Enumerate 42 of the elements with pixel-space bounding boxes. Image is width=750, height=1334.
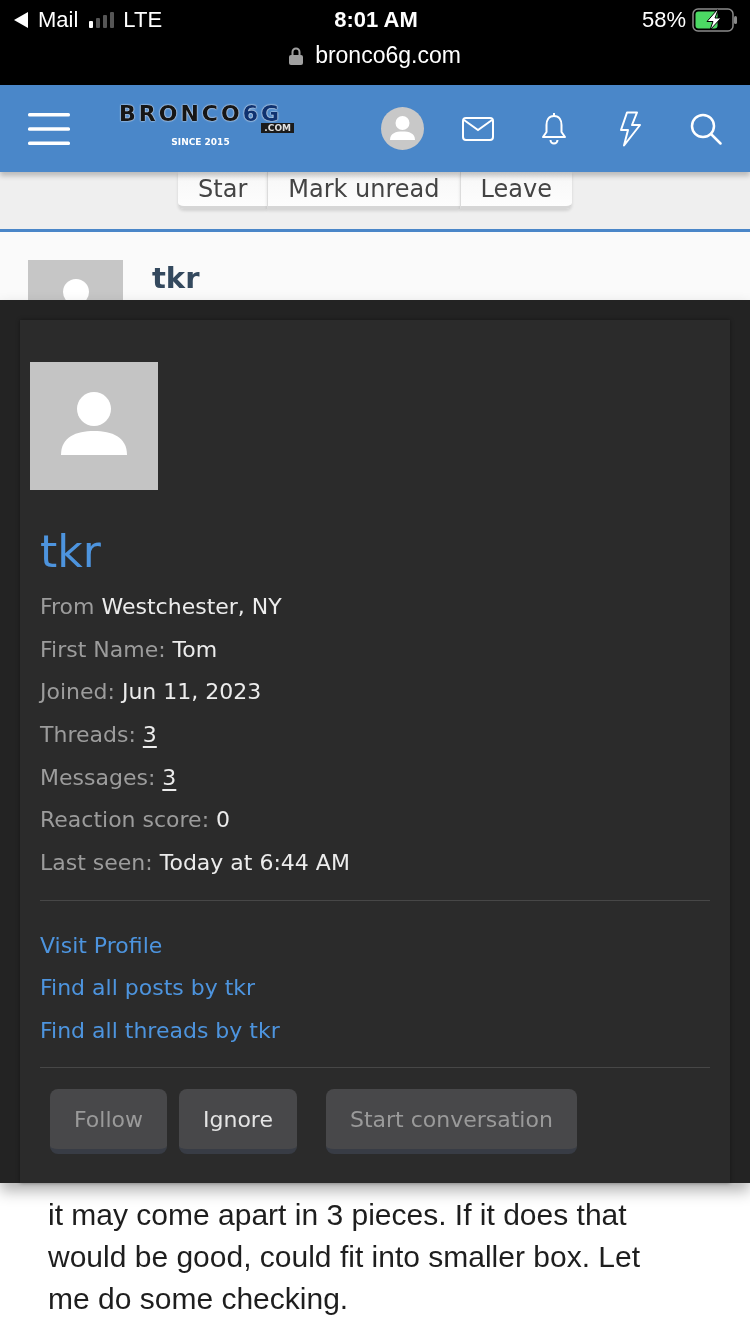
- profile-link[interactable]: Visit Profile: [40, 932, 163, 958]
- search-icon[interactable]: [690, 112, 722, 145]
- back-icon[interactable]: [14, 12, 28, 28]
- detail-value: Jun 11, 2023: [121, 679, 262, 705]
- mail-icon[interactable]: [462, 116, 494, 141]
- logo-domain: .COM: [261, 122, 294, 133]
- detail-label: Joined:: [40, 679, 115, 705]
- battery-icon: [692, 8, 738, 32]
- back-app-label[interactable]: Mail: [38, 7, 79, 33]
- post-text: it may come apart in 3 pieces. If it does that would be good, could fit into smaller box. Let me do some checking.: [48, 1197, 642, 1317]
- action-button[interactable]: Mark unread: [267, 172, 460, 209]
- detail-value: 0: [216, 807, 231, 833]
- detail-label: Last seen:: [40, 849, 153, 875]
- detail-value: Today at 6:44 AM: [159, 849, 350, 875]
- action-button[interactable]: Star: [178, 172, 268, 209]
- member-name[interactable]: tkr: [40, 524, 101, 580]
- user-avatar-icon[interactable]: [380, 107, 424, 150]
- action-button[interactable]: Leave: [459, 172, 572, 209]
- detail-label: Reaction score:: [40, 807, 210, 833]
- bell-icon[interactable]: [540, 111, 568, 146]
- detail-label: Messages:: [40, 764, 156, 790]
- detail-label: First Name:: [40, 636, 166, 662]
- detail-value: Westchester, NY: [101, 593, 282, 619]
- member-name[interactable]: tkr: [152, 261, 200, 295]
- detail-link[interactable]: 3: [162, 764, 177, 790]
- battery-percent: 58%: [641, 7, 686, 33]
- logo-tagline: SINCE 2015: [171, 136, 230, 148]
- profile-link[interactable]: Find all posts by tkr: [40, 975, 256, 1001]
- avatar-icon: [30, 362, 158, 490]
- detail-label: Threads:: [40, 721, 136, 747]
- lightning-icon[interactable]: [617, 110, 643, 147]
- detail-label: From: [40, 593, 95, 619]
- detail-value: Tom: [172, 636, 218, 662]
- detail-link[interactable]: 3: [142, 721, 157, 747]
- url-label[interactable]: bronco6g.com: [315, 42, 461, 69]
- card-button[interactable]: Ignore: [179, 1089, 297, 1155]
- signal-icon: [89, 12, 115, 28]
- network-label: LTE: [123, 7, 163, 33]
- menu-icon[interactable]: [28, 112, 70, 145]
- time-label: 8:01 AM: [334, 7, 418, 33]
- lock-icon: [289, 47, 304, 65]
- profile-link[interactable]: Find all threads by tkr: [40, 1017, 280, 1043]
